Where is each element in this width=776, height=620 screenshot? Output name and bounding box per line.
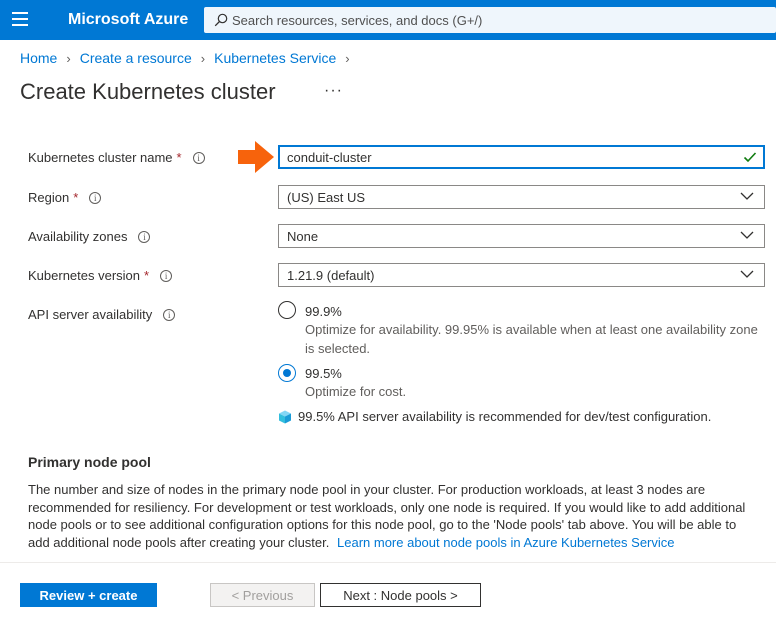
- radio-button-selected[interactable]: [278, 364, 296, 382]
- api-server-availability-label: API server availability i: [28, 307, 176, 322]
- info-icon[interactable]: i: [89, 191, 102, 204]
- chevron-right-icon: ›: [200, 50, 206, 66]
- region-label-text: Region: [28, 190, 70, 205]
- section-title-primary-node-pool: Primary node pool: [28, 454, 151, 470]
- chevron-down-icon: [740, 192, 754, 200]
- chevron-down-icon: [740, 270, 754, 278]
- chevron-down-icon: [740, 231, 754, 239]
- arrow-icon: [238, 141, 274, 173]
- info-icon[interactable]: i: [192, 151, 205, 164]
- api-server-note: 99.5% API server availability is recomme…: [278, 409, 711, 424]
- radio-button[interactable]: [278, 301, 296, 319]
- page-title: Create Kubernetes cluster: [20, 79, 276, 104]
- api-server-availability-label-text: API server availability: [28, 307, 153, 322]
- breadcrumb: Home › Create a resource › Kubernetes Se…: [20, 50, 359, 66]
- info-icon[interactable]: i: [138, 230, 151, 243]
- kubernetes-version-dropdown[interactable]: 1.21.9 (default): [278, 263, 765, 287]
- brand-title[interactable]: Microsoft Azure: [68, 11, 188, 29]
- region-label: Region * i: [28, 190, 102, 205]
- cluster-name-label: Kubernetes cluster name * i: [28, 150, 205, 165]
- required-marker: *: [73, 190, 79, 205]
- search-box[interactable]: [204, 7, 776, 33]
- kubernetes-version-label: Kubernetes version * i: [28, 268, 173, 283]
- hamburger-icon[interactable]: [12, 12, 34, 28]
- radio-option-99-5[interactable]: 99.5%: [278, 364, 342, 382]
- top-bar: Microsoft Azure: [0, 0, 776, 40]
- next-node-pools-button[interactable]: Next : Node pools >: [320, 583, 481, 607]
- info-icon[interactable]: i: [163, 308, 176, 321]
- required-marker: *: [176, 150, 182, 165]
- cluster-name-label-text: Kubernetes cluster name: [28, 150, 173, 165]
- radio-description: Optimize for cost.: [305, 384, 407, 399]
- kubernetes-version-label-text: Kubernetes version: [28, 268, 141, 283]
- cube-icon: [279, 410, 291, 423]
- breadcrumb-create-resource[interactable]: Create a resource: [80, 50, 192, 66]
- breadcrumb-home[interactable]: Home: [20, 50, 57, 66]
- region-value: (US) East US: [287, 189, 366, 205]
- radio-label: 99.9%: [305, 304, 342, 319]
- search-icon: [214, 13, 228, 27]
- learn-more-node-pools-link[interactable]: Learn more about node pools in Azure Kub…: [337, 535, 675, 550]
- chevron-right-icon: ›: [66, 50, 71, 66]
- breadcrumb-kubernetes-service[interactable]: Kubernetes Service: [214, 50, 336, 66]
- search-input[interactable]: [232, 7, 752, 33]
- previous-button[interactable]: < Previous: [210, 583, 315, 607]
- kubernetes-version-value: 1.21.9 (default): [287, 267, 375, 283]
- required-marker: *: [144, 268, 150, 283]
- availability-zones-value: None: [287, 228, 319, 244]
- availability-zones-label: Availability zones i: [28, 229, 151, 244]
- node-pool-description: The number and size of nodes in the prim…: [28, 481, 758, 551]
- chevron-right-icon: ›: [345, 50, 350, 66]
- availability-zones-label-text: Availability zones: [28, 229, 128, 244]
- cluster-name-input[interactable]: conduit-cluster: [278, 145, 765, 169]
- radio-description: Optimize for availability. 99.95% is ava…: [305, 322, 758, 356]
- region-dropdown[interactable]: (US) East US: [278, 185, 765, 209]
- radio-option-99-9[interactable]: 99.9%: [278, 301, 342, 319]
- more-options-button[interactable]: ···: [324, 82, 343, 100]
- info-icon[interactable]: i: [160, 269, 173, 282]
- review-create-button[interactable]: Review + create: [20, 583, 157, 607]
- radio-label: 99.5%: [305, 366, 342, 381]
- checkmark-icon: [743, 152, 757, 163]
- footer-divider: [0, 562, 776, 563]
- api-server-note-text: 99.5% API server availability is recomme…: [298, 409, 712, 424]
- availability-zones-dropdown[interactable]: None: [278, 224, 765, 248]
- cluster-name-value: conduit-cluster: [287, 149, 372, 165]
